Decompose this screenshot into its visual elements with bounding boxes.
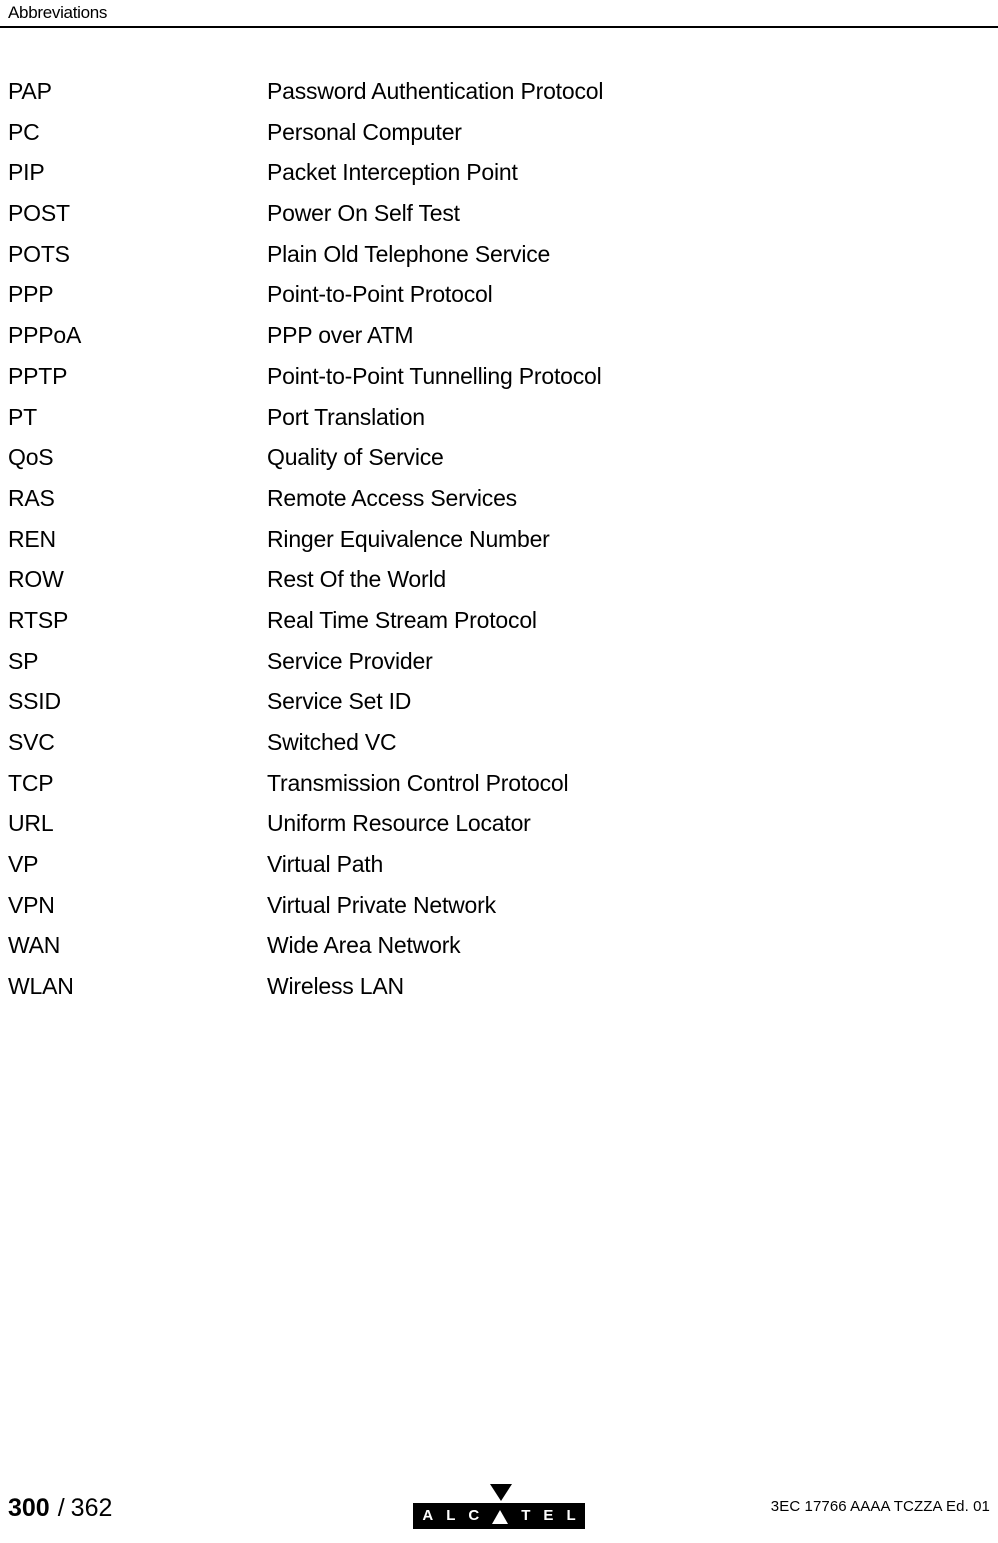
page-footer: 300/362 ALCTEL 3EC 17766 AAAA TCZZA Ed. … — [0, 1473, 998, 1543]
abbreviation-term: PC — [8, 118, 40, 145]
table-row: PT Port Translation — [0, 402, 998, 443]
abbreviation-term: SVC — [8, 729, 55, 755]
table-row: VP Virtual Path — [0, 849, 998, 890]
table-row: VPN Virtual Private Network — [0, 890, 998, 931]
abbreviation-term: POST — [8, 200, 70, 227]
abbreviation-definition: Wide Area Network — [267, 932, 461, 959]
document-reference: 3EC 17766 AAAA TCZZA Ed. 01 — [770, 1498, 990, 1515]
table-row: PPPoA PPP over ATM — [0, 320, 998, 361]
logo-letter-a-triangle-icon — [492, 1510, 509, 1524]
table-row: PPP Point-to-Point Protocol — [0, 279, 998, 320]
table-row: WLAN Wireless LAN — [0, 971, 998, 1012]
abbreviation-definition: Port Translation — [267, 403, 425, 430]
table-row: SP Service Provider — [0, 646, 998, 687]
abbreviation-term: RTSP — [8, 606, 69, 633]
abbreviation-term: ROW — [8, 566, 64, 593]
abbreviation-term: SP — [8, 647, 39, 674]
table-row: RAS Remote Access Services — [0, 483, 998, 524]
abbreviation-term: PAP — [8, 78, 52, 104]
abbreviation-term: VP — [8, 851, 39, 878]
abbreviation-definition: Rest Of the World — [267, 566, 446, 593]
abbreviation-definition: Power On Self Test — [267, 200, 460, 227]
table-row: SVC Switched VC — [0, 727, 998, 768]
abbreviation-term: RAS — [8, 484, 55, 511]
abbreviation-term: QoS — [8, 444, 54, 471]
abbreviation-term: PT — [8, 403, 37, 430]
table-row: POTS Plain Old Telephone Service — [0, 239, 998, 280]
abbreviations-list: PAP Password Authentication Protocol PC Per… — [0, 76, 998, 1012]
table-row: URL Uniform Resource Locator — [0, 808, 998, 849]
table-row: PAP Password Authentication Protocol — [0, 76, 998, 117]
abbreviation-definition: Quality of Service — [267, 444, 444, 471]
abbreviation-term: PPPoA — [8, 322, 82, 349]
table-row: SSID Service Set ID — [0, 686, 998, 727]
abbreviation-definition: Remote Access Services — [267, 484, 517, 511]
page-number-total: 362 — [70, 1494, 113, 1522]
abbreviation-term: URL — [8, 810, 54, 837]
table-row: REN Ringer Equivalence Number — [0, 524, 998, 565]
abbreviation-definition: Plain Old Telephone Service — [267, 240, 551, 267]
abbreviation-definition: PPP over ATM — [267, 322, 414, 349]
abbreviation-definition: Ringer Equivalence Number — [267, 525, 550, 552]
logo-letter: E — [543, 1507, 554, 1524]
page-number-current: 300 — [8, 1494, 50, 1522]
abbreviation-term: TCP — [8, 769, 54, 796]
page-header: Abbreviations — [0, 0, 998, 29]
abbreviation-term: PPTP — [8, 362, 68, 389]
table-row: ROW Rest Of the World — [0, 564, 998, 605]
abbreviation-term: SSID — [8, 688, 61, 715]
abbreviation-definition: Packet Interception Point — [267, 159, 518, 186]
table-row: WAN Wide Area Network — [0, 930, 998, 971]
abbreviation-definition: Service Set ID — [267, 688, 412, 715]
logo-letter: L — [566, 1507, 576, 1524]
abbreviation-term: WAN — [8, 932, 61, 959]
abbreviation-term: REN — [8, 525, 56, 552]
abbreviation-definition: Virtual Private Network — [267, 891, 496, 918]
abbreviation-definition: Uniform Resource Locator — [267, 810, 531, 837]
table-row: RTSP Real Time Stream Protocol — [0, 605, 998, 646]
triangle-down-icon — [490, 1484, 512, 1501]
abbreviation-definition: Switched VC — [267, 729, 397, 755]
abbreviation-term: VPN — [8, 891, 55, 918]
table-row: PIP Packet Interception Point — [0, 157, 998, 198]
logo-letter: A — [422, 1507, 434, 1524]
abbreviation-term: PPP — [8, 281, 54, 308]
logo-letter: L — [446, 1507, 456, 1524]
page-number-separator: / — [57, 1494, 65, 1522]
abbreviation-definition: Point-to-Point Protocol — [267, 281, 493, 308]
abbreviation-definition: Real Time Stream Protocol — [267, 606, 537, 633]
header-divider — [0, 26, 998, 28]
logo-letter: C — [468, 1507, 480, 1524]
abbreviation-definition: Password Authentication Protocol — [267, 78, 604, 104]
abbreviation-term: WLAN — [8, 973, 74, 1000]
table-row: PPTP Point-to-Point Tunnelling Protocol — [0, 361, 998, 402]
abbreviation-term: POTS — [8, 240, 70, 267]
logo-letter: T — [521, 1507, 531, 1524]
table-row: POST Power On Self Test — [0, 198, 998, 239]
abbreviation-definition: Personal Computer — [267, 118, 462, 145]
alcatel-logo: ALCTEL — [413, 1481, 585, 1533]
abbreviation-definition: Service Provider — [267, 647, 433, 674]
logo-wordmark: ALCTEL — [413, 1503, 585, 1529]
table-row: PC Personal Computer — [0, 117, 998, 158]
page-number: 300/362 — [8, 1493, 112, 1523]
abbreviation-definition: Transmission Control Protocol — [267, 769, 569, 796]
abbreviation-term: PIP — [8, 159, 45, 186]
table-row: QoS Quality of Service — [0, 442, 998, 483]
abbreviation-definition: Wireless LAN — [267, 973, 404, 1000]
abbreviation-definition: Virtual Path — [267, 851, 384, 878]
table-row: TCP Transmission Control Protocol — [0, 768, 998, 809]
page-title: Abbreviations — [8, 3, 108, 22]
abbreviation-definition: Point-to-Point Tunnelling Protocol — [267, 362, 602, 389]
